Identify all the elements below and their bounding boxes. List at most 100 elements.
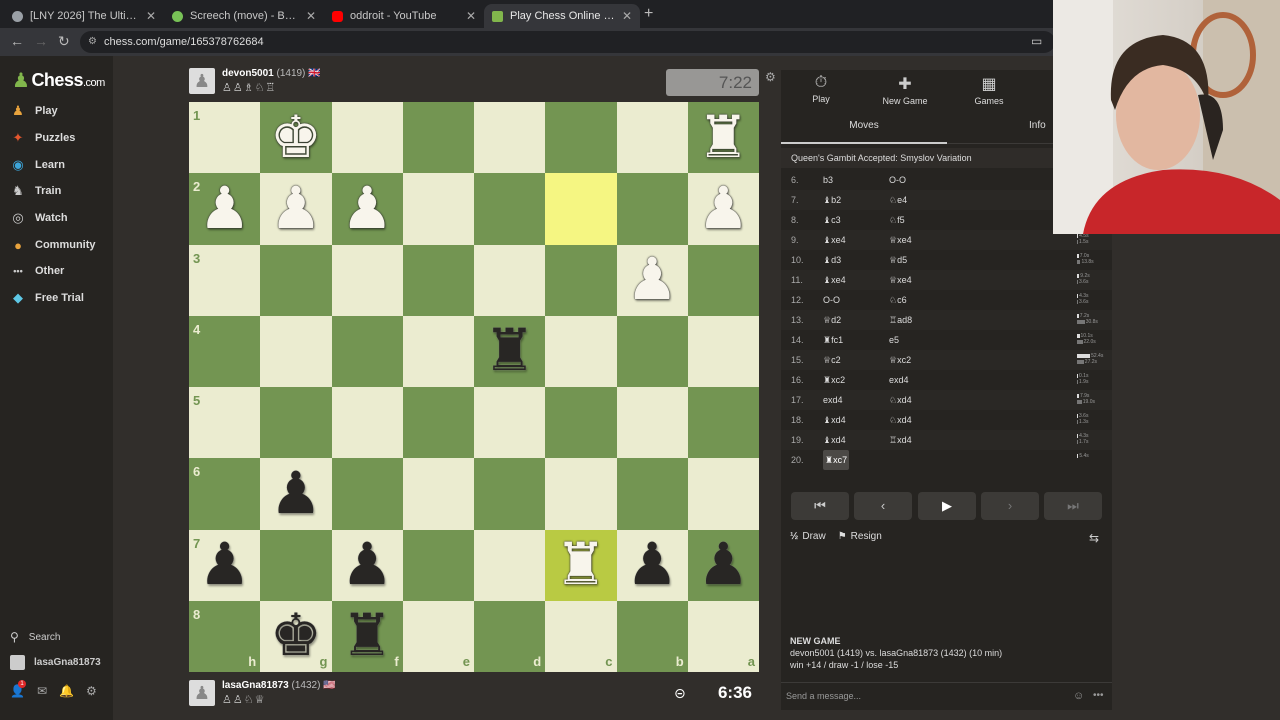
sidebar-item-learn[interactable]: ◉ Learn	[10, 154, 65, 176]
board-square[interactable]: 8h	[189, 600, 261, 672]
board-square[interactable]: d	[474, 600, 546, 672]
board-square[interactable]	[687, 315, 759, 387]
white-move[interactable]: ♜fc1	[823, 330, 843, 350]
board-square[interactable]	[402, 458, 474, 530]
sidebar-item-play[interactable]: ♟ Play	[10, 100, 57, 122]
white-piece[interactable]: ♟	[332, 173, 403, 244]
white-piece[interactable]: ♜	[688, 102, 759, 173]
white-move[interactable]: ♝xd4	[823, 430, 846, 450]
board-square[interactable]: c	[545, 600, 617, 672]
flip-board-icon[interactable]: ⇆	[1089, 531, 1099, 545]
white-move[interactable]: ♝xe4	[823, 270, 846, 290]
board-square[interactable]: 5	[189, 387, 261, 459]
sidebar-item-puzzles[interactable]: ✦ Puzzles	[10, 127, 76, 149]
board-square[interactable]	[402, 102, 474, 174]
chess-board[interactable]: 1 2 3 4 5 6 7 8 h g f e d c b a ♚ ♜ ♟ ♟ ♟ ♟ ♟ ♜ ♟ ♟ ♟ ♜ ♟ ♟ ♚ ♜	[189, 102, 759, 672]
board-square[interactable]	[474, 458, 546, 530]
board-square[interactable]: 3	[189, 244, 261, 316]
bottom-player-name[interactable]: lasaGna81873	[222, 680, 289, 691]
friends-icon[interactable]: 👤 1	[10, 680, 26, 698]
board-square[interactable]	[260, 315, 332, 387]
tab-moves[interactable]: Moves	[781, 112, 947, 144]
site-info-icon[interactable]: ⚙	[88, 31, 97, 53]
black-move[interactable]: ♘xd4	[889, 390, 912, 410]
black-move[interactable]: ♖ad8	[889, 310, 912, 330]
play-moves-button[interactable]: ▶	[918, 492, 976, 520]
tab-play[interactable]: ⏱ Play	[781, 74, 861, 104]
white-move[interactable]: ♝d3	[823, 250, 841, 270]
black-piece[interactable]: ♟	[617, 530, 688, 601]
black-move[interactable]: ♕d5	[889, 250, 907, 270]
sidebar-profile[interactable]: lasaGna81873	[10, 655, 101, 670]
close-tab-icon[interactable]: ✕	[146, 9, 156, 23]
board-square[interactable]	[616, 458, 688, 530]
board-square[interactable]	[616, 102, 688, 174]
board-square[interactable]: e	[402, 600, 474, 672]
black-piece[interactable]: ♜	[332, 601, 403, 672]
cast-icon[interactable]: ▭	[1031, 34, 1042, 48]
white-piece[interactable]: ♚	[260, 102, 331, 173]
white-move[interactable]: ♕d2	[823, 310, 841, 330]
sidebar-search[interactable]: ⚲ Search	[10, 630, 60, 644]
board-square[interactable]	[474, 529, 546, 601]
first-move-button[interactable]: ⏮	[791, 492, 849, 520]
board-square[interactable]: b	[616, 600, 688, 672]
settings-icon[interactable]: ⚙	[86, 684, 97, 698]
black-move[interactable]: ♘xd4	[889, 410, 912, 430]
black-move[interactable]: ♕xe4	[889, 270, 912, 290]
browser-tab-1[interactable]: [LNY 2026] The Ultimate Lunar ✕	[4, 4, 164, 28]
bottom-player-avatar[interactable]: ♟	[189, 680, 215, 706]
white-piece[interactable]: ♟	[688, 173, 759, 244]
bell-icon[interactable]: 🔔	[59, 684, 74, 698]
black-move[interactable]: exd4	[889, 370, 909, 390]
board-square[interactable]: 6	[189, 458, 261, 530]
black-piece[interactable]: ♟	[189, 530, 260, 601]
board-square[interactable]	[402, 173, 474, 245]
mail-icon[interactable]: ✉	[37, 684, 47, 698]
board-square[interactable]	[474, 102, 546, 174]
board-square[interactable]	[545, 387, 617, 459]
black-move[interactable]: ♕xc2	[889, 350, 911, 370]
browser-tab-2[interactable]: Screech (move) - Bulbapedia, th ✕	[164, 4, 324, 28]
browser-tab-4-active[interactable]: Play Chess Online for FREE - 2 ✕	[484, 4, 640, 28]
draw-button[interactable]: Draw	[802, 531, 825, 542]
board-square[interactable]	[616, 173, 688, 245]
white-move[interactable]: b3	[823, 170, 833, 190]
white-move[interactable]: ♝xe4	[823, 230, 846, 250]
back-icon[interactable]: ←	[10, 33, 24, 49]
previous-move-button[interactable]: ‹	[854, 492, 912, 520]
board-square[interactable]	[616, 315, 688, 387]
white-move[interactable]: ♝xd4	[823, 410, 846, 430]
board-square[interactable]	[545, 173, 617, 245]
tab-games[interactable]: ▦ Games	[949, 74, 1029, 106]
black-move[interactable]: ♘f5	[889, 210, 905, 230]
board-settings-gear-icon[interactable]: ⚙	[765, 70, 776, 84]
close-tab-icon[interactable]: ✕	[466, 9, 476, 23]
white-piece[interactable]: ♟	[260, 173, 331, 244]
sidebar-item-other[interactable]: ••• Other	[10, 260, 64, 282]
board-square[interactable]	[687, 387, 759, 459]
sidebar-item-train[interactable]: ♞ Train	[10, 180, 61, 202]
resign-button[interactable]: Resign	[851, 531, 882, 542]
sidebar-item-community[interactable]: ● Community	[10, 234, 95, 256]
close-tab-icon[interactable]: ✕	[622, 9, 632, 23]
browser-tab-3[interactable]: oddroit - YouTube ✕	[324, 4, 484, 28]
board-square[interactable]	[545, 458, 617, 530]
black-move[interactable]: ♕xe4	[889, 230, 912, 250]
board-square[interactable]: a	[687, 600, 759, 672]
board-square[interactable]	[474, 173, 546, 245]
top-player-avatar[interactable]: ♟	[189, 68, 215, 94]
black-move[interactable]: ♘e4	[889, 190, 907, 210]
black-move[interactable]: ♖xd4	[889, 430, 912, 450]
chess-logo[interactable]: ♟ Chess .com	[12, 68, 105, 93]
top-player-name[interactable]: devon5001	[222, 68, 274, 79]
board-square[interactable]	[474, 387, 546, 459]
black-piece[interactable]: ♟	[332, 530, 403, 601]
black-move[interactable]: ♘c6	[889, 290, 907, 310]
board-square[interactable]	[260, 387, 332, 459]
board-square[interactable]	[545, 102, 617, 174]
board-square[interactable]: 1	[189, 102, 261, 174]
forward-icon[interactable]: →	[34, 33, 48, 49]
white-move[interactable]: ♕c2	[823, 350, 841, 370]
board-square[interactable]	[331, 315, 403, 387]
